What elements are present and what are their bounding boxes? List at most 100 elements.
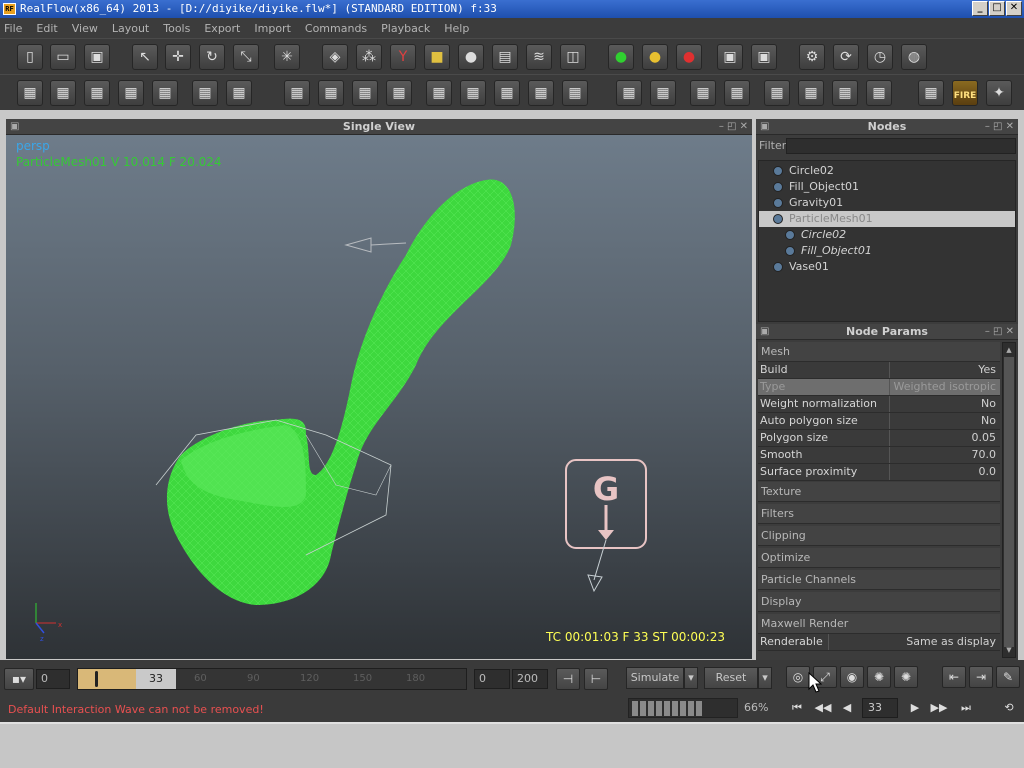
range-start-field[interactable]: 0	[474, 669, 510, 689]
param-row-renderable[interactable]: Renderable Same as display	[758, 634, 1000, 651]
export-right-icon[interactable]: ⇥	[969, 666, 993, 688]
filter-input[interactable]	[786, 138, 1016, 154]
move-icon[interactable]: ✛	[165, 44, 191, 70]
red-dot-icon[interactable]: ●	[676, 44, 702, 70]
menu-edit[interactable]: Edit	[36, 22, 57, 35]
cut-icon[interactable]: ▦	[50, 80, 76, 106]
open-folder-icon[interactable]: ▭	[50, 44, 76, 70]
scene-render[interactable]: G x z	[6, 135, 752, 659]
frame-1-icon[interactable]: ▦	[426, 80, 452, 106]
interaction-wave-icon[interactable]: ◎	[786, 666, 810, 688]
section-particle-channels[interactable]: Particle Channels	[758, 570, 1000, 590]
circle-emitter-gizmo[interactable]	[344, 237, 407, 253]
section-mesh[interactable]: Mesh	[758, 342, 1000, 362]
rotate-icon[interactable]: ↻	[199, 44, 225, 70]
step-forward-icon[interactable]: ▶▶	[928, 699, 950, 717]
timeline-keyframe-marker[interactable]	[95, 671, 98, 687]
param-row[interactable]: Surface proximity 0.0	[758, 464, 1000, 481]
particle-sim-icon-1[interactable]: ✺	[867, 666, 891, 688]
scroll-down-icon[interactable]: ▼	[1004, 644, 1014, 656]
section-filters[interactable]: Filters	[758, 504, 1000, 524]
scale-icon[interactable]: ⤡	[233, 44, 259, 70]
bars-icon[interactable]: ▦	[318, 80, 344, 106]
cube-e-icon[interactable]: ▦	[764, 80, 790, 106]
frame-3-icon[interactable]: ▦	[494, 80, 520, 106]
reset-button[interactable]: Reset	[704, 667, 758, 689]
frame-field[interactable]: 33	[862, 698, 898, 718]
param-row[interactable]: Weight normalization No	[758, 396, 1000, 413]
range-right-icon[interactable]: ⊢	[584, 668, 608, 690]
script-icon[interactable]: ▦	[284, 80, 310, 106]
menu-layout[interactable]: Layout	[112, 22, 149, 35]
particles-icon[interactable]: ⁂	[356, 44, 382, 70]
params-scrollbar[interactable]: ▲ ▼	[1002, 342, 1016, 658]
section-optimize[interactable]: Optimize	[758, 548, 1000, 568]
camera-icon[interactable]: ▤	[492, 44, 518, 70]
range-left-icon[interactable]: ⊣	[556, 668, 580, 690]
step-back-icon[interactable]: ◀◀	[812, 699, 834, 717]
param-row[interactable]: Auto polygon size No	[758, 413, 1000, 430]
menu-export[interactable]: Export	[204, 22, 240, 35]
cube-c-icon[interactable]: ▦	[690, 80, 716, 106]
mesh-cube-icon[interactable]: ◫	[560, 44, 586, 70]
node-item[interactable]: Gravity01	[759, 195, 1015, 211]
simulate-button[interactable]: Simulate	[626, 667, 684, 689]
param-row[interactable]: Polygon size 0.05	[758, 430, 1000, 447]
panel-grip-icon[interactable]: ▣	[760, 324, 769, 340]
box-icon[interactable]: ▦	[84, 80, 110, 106]
timeline-start-field[interactable]: 0	[36, 669, 70, 689]
gear-dots-icon[interactable]: ▦	[386, 80, 412, 106]
save-green-icon[interactable]: ▣	[717, 44, 743, 70]
scroll-thumb[interactable]	[1004, 357, 1014, 647]
viewport-window-controls[interactable]: – ◰ ✕	[719, 119, 748, 135]
camera-render-icon[interactable]: ▦	[918, 80, 944, 106]
daemon-icon[interactable]: Y	[390, 44, 416, 70]
menu-import[interactable]: Import	[254, 22, 291, 35]
view-eye-icon[interactable]: ◉	[840, 666, 864, 688]
node-item[interactable]: Circle02	[759, 163, 1015, 179]
menu-file[interactable]: File	[4, 22, 22, 35]
node-item[interactable]: Fill_Object01	[759, 243, 1015, 259]
new-scene-icon[interactable]: ▯	[17, 44, 43, 70]
node-item[interactable]: Vase01	[759, 259, 1015, 275]
timeline-options-button[interactable]: ▪▾	[4, 668, 34, 690]
sim-icon-4[interactable]: ◍	[901, 44, 927, 70]
frame-4-icon[interactable]: ▦	[528, 80, 554, 106]
mystic-icon[interactable]: ✦	[986, 80, 1012, 106]
timeline-slider[interactable]: 33 60 90 120 150 180	[77, 668, 467, 690]
cube-d-icon[interactable]: ▦	[724, 80, 750, 106]
menu-view[interactable]: View	[72, 22, 98, 35]
axis-icon[interactable]: ✳	[274, 44, 300, 70]
reset-dropdown-icon[interactable]: ▾	[758, 667, 772, 689]
menu-commands[interactable]: Commands	[305, 22, 367, 35]
select-arrow-icon[interactable]: ↖	[132, 44, 158, 70]
fire-icon[interactable]: FIRE	[952, 80, 978, 106]
minimize-button[interactable]: _	[972, 1, 988, 16]
section-display[interactable]: Display	[758, 592, 1000, 612]
cube-h-icon[interactable]: ▦	[866, 80, 892, 106]
menu-playback[interactable]: Playback	[381, 22, 430, 35]
hourglass-icon[interactable]: ▦	[562, 80, 588, 106]
close-button[interactable]: ✕	[1006, 1, 1022, 16]
cube-g-icon[interactable]: ▦	[832, 80, 858, 106]
section-maxwell-render[interactable]: Maxwell Render	[758, 614, 1000, 634]
cube-a-icon[interactable]: ▦	[616, 80, 642, 106]
sim-icon-2[interactable]: ⟳	[833, 44, 859, 70]
sim-icon-3[interactable]: ◷	[867, 44, 893, 70]
save-red-icon[interactable]: ▣	[751, 44, 777, 70]
emitter-icon[interactable]: ◈	[322, 44, 348, 70]
gravity-daemon-gizmo[interactable]: G	[565, 459, 647, 593]
cube-b-icon[interactable]: ▦	[650, 80, 676, 106]
play-forward-icon[interactable]: ▶	[904, 699, 926, 717]
scroll-up-icon[interactable]: ▲	[1004, 344, 1014, 356]
object-icon[interactable]: ■	[424, 44, 450, 70]
export-left-icon[interactable]: ⇤	[942, 666, 966, 688]
panel-grip-icon[interactable]: ▣	[760, 119, 769, 135]
node-item[interactable]: Circle02	[759, 227, 1015, 243]
params-window-controls[interactable]: – ◰ ✕	[985, 324, 1014, 340]
loop-icon[interactable]: ⟲	[998, 699, 1020, 717]
menu-tools[interactable]: Tools	[163, 22, 190, 35]
param-row[interactable]: Smooth 70.0	[758, 447, 1000, 464]
single-view-viewport[interactable]: persp ParticleMesh01 V 10.014 F 20.024 G	[6, 135, 752, 659]
cube-f-icon[interactable]: ▦	[798, 80, 824, 106]
